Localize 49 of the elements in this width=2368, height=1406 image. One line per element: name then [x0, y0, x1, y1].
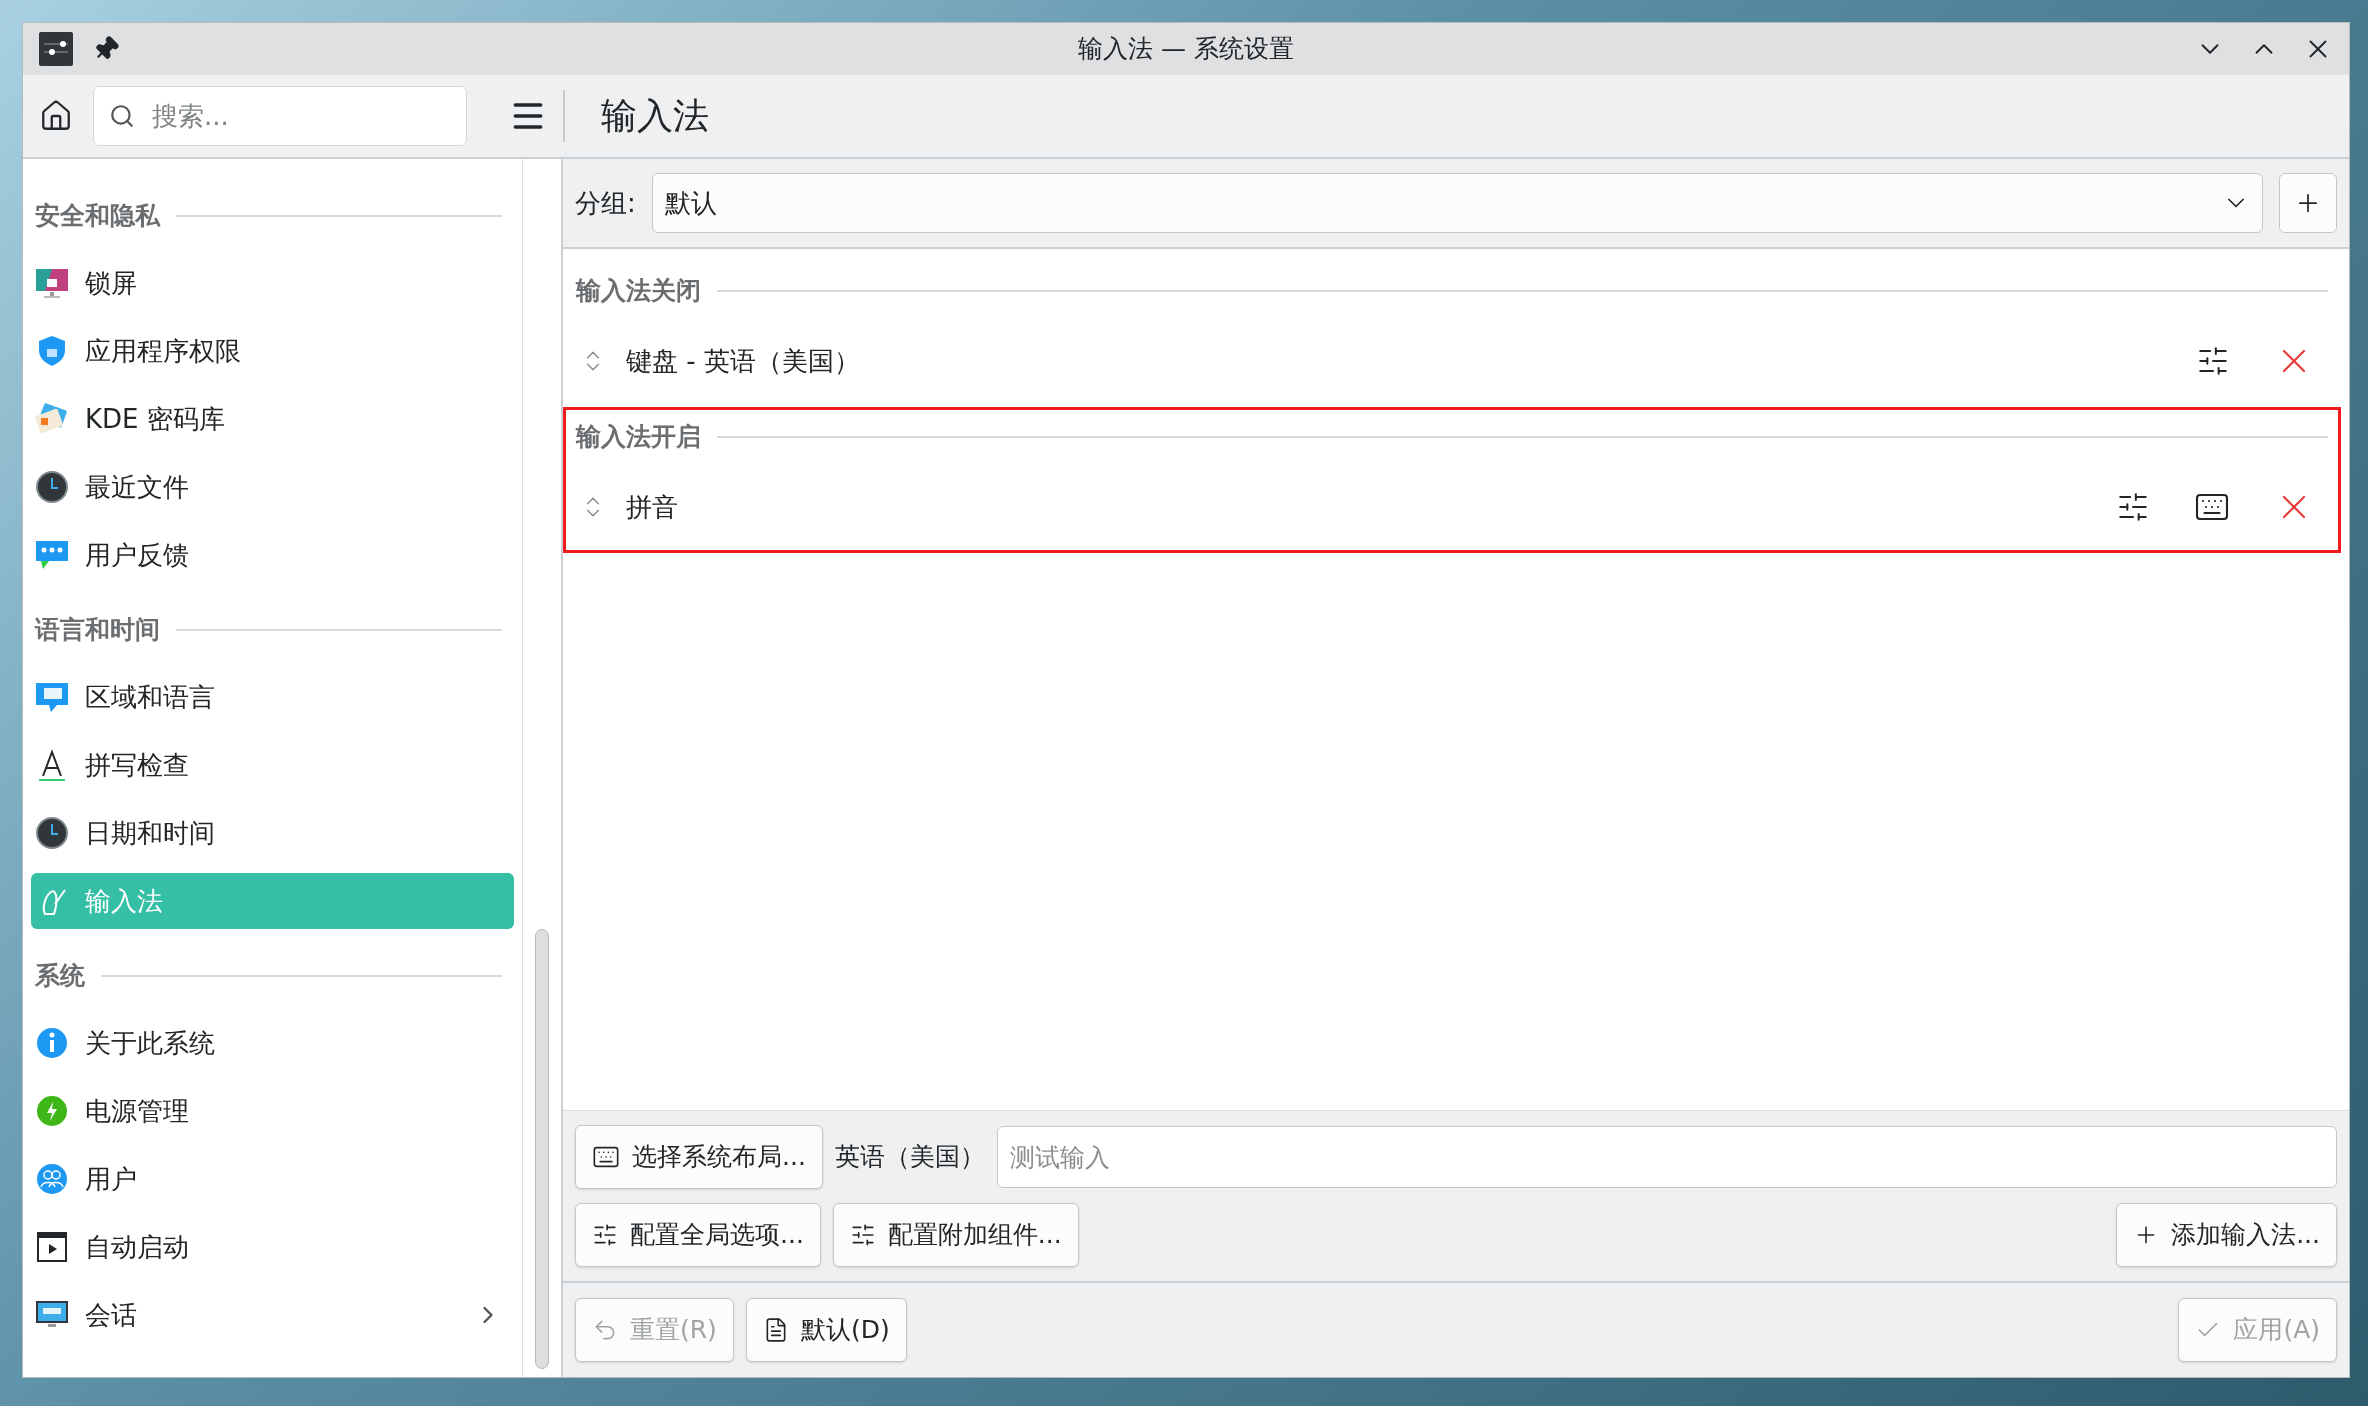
sidebar-item[interactable]: 用户反馈 [31, 527, 514, 583]
input-method-name: 键盘 - 英语（美国） [626, 344, 860, 378]
configure-icon[interactable] [2116, 490, 2150, 524]
clock-icon [35, 816, 69, 850]
section-heading: 输入法关闭 [576, 275, 701, 308]
configure-icon[interactable] [2196, 344, 2230, 378]
sidebar-item[interactable]: 电源管理 [31, 1083, 514, 1139]
sidebar-item[interactable]: 拼写检查 [31, 737, 514, 793]
group-dropdown[interactable]: 默认 [651, 173, 2263, 233]
sliders-app-icon[interactable] [39, 32, 73, 66]
group-label: 分组: [575, 186, 636, 220]
choose-layout-button[interactable]: 选择系统布局... [575, 1125, 823, 1189]
global-options-button[interactable]: 配置全局选项... [575, 1203, 821, 1267]
defaults-button[interactable]: 默认(D) [745, 1298, 907, 1362]
speech-bubble-icon [35, 680, 69, 714]
sidebar-item[interactable]: 锁屏 [31, 255, 514, 311]
sidebar-item[interactable]: 区域和语言 [31, 669, 514, 725]
section-heading: 输入法开启 [576, 421, 701, 454]
input-method-name: 拼音 [626, 490, 678, 524]
lightning-icon [35, 1094, 69, 1128]
sidebar-item[interactable]: 用户 [31, 1151, 514, 1207]
info-icon [35, 1026, 69, 1060]
sidebar-item[interactable]: KDE 密码库 [31, 391, 514, 447]
window-title: 输入法 — 系统设置 [1077, 33, 1295, 66]
sidebar-item[interactable]: 日期和时间 [31, 805, 514, 861]
page-title: 输入法 [601, 94, 709, 138]
sidebar-item[interactable]: 自动启动 [31, 1219, 514, 1275]
play-window-icon [35, 1230, 69, 1264]
search-field[interactable]: 搜索... [93, 86, 467, 146]
section-heading: 语言和时间 [35, 614, 160, 647]
sidebar-item[interactable]: 关于此系统 [31, 1015, 514, 1071]
sliders-icon [592, 1222, 618, 1248]
clock-icon [35, 470, 69, 504]
sidebar-item[interactable]: 最近文件 [31, 459, 514, 515]
scrollbar-thumb[interactable] [535, 929, 549, 1369]
addons-button[interactable]: 配置附加组件... [832, 1203, 1079, 1267]
search-icon [109, 103, 135, 129]
section-heading: 系统 [35, 960, 85, 993]
layout-name: 英语（美国） [834, 1141, 985, 1174]
users-icon [35, 1162, 69, 1196]
sidebar-item[interactable]: 会话 [31, 1287, 514, 1343]
home-icon[interactable] [39, 99, 73, 133]
add-input-method-button[interactable]: 添加输入法... [2116, 1203, 2337, 1267]
section-heading: 安全和隐私 [35, 200, 160, 233]
sliders-icon [849, 1222, 876, 1248]
test-input-field[interactable]: 测试输入 [996, 1126, 2337, 1188]
monitor-lock-icon [35, 266, 69, 300]
sidebar-item[interactable]: 应用程序权限 [31, 323, 514, 379]
id-cards-icon [35, 402, 69, 436]
